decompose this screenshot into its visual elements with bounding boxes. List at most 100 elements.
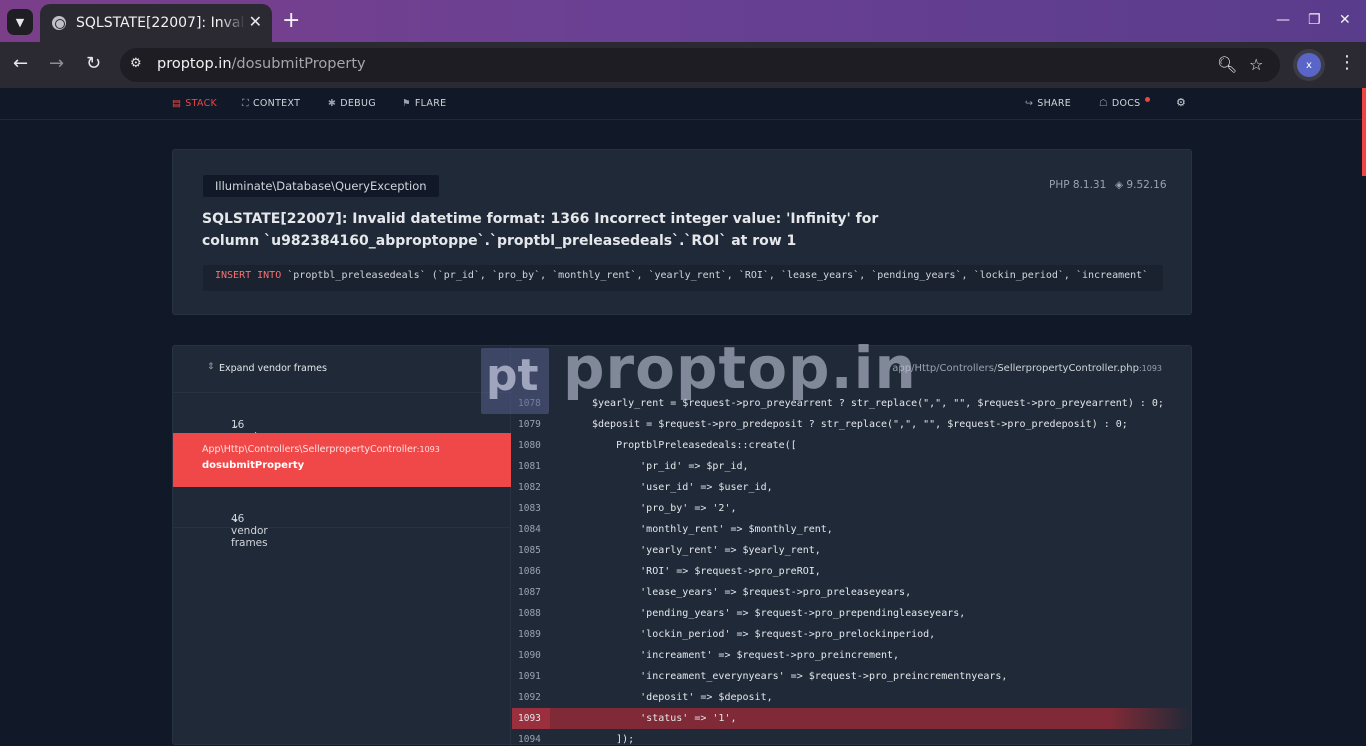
expand-vendor-frames-label: Expand vendor frames	[219, 363, 327, 374]
chevron-down-icon: ▼	[15, 15, 25, 29]
frame-path: App\Http\Controllers\SellerpropertyContr…	[202, 444, 440, 455]
reload-icon[interactable]: ↻	[86, 55, 101, 73]
settings-gear-icon[interactable]: ⚙	[1176, 96, 1186, 109]
line-code: 'ROI' => $request->pro_preROI,	[592, 566, 821, 577]
line-number: 1080	[518, 440, 541, 451]
code-line: 1091 'increament_everynyears' => $reques…	[512, 666, 1192, 687]
address-toolbar: ← → ↻ ⚙ proptop.in/dosubmitProperty 🔍︎ ☆…	[0, 42, 1366, 88]
new-tab-button[interactable]: +	[282, 10, 300, 32]
url-path: /dosubmitProperty	[231, 56, 366, 72]
exception-message: SQLSTATE[22007]: Invalid datetime format…	[202, 211, 879, 249]
expand-icon: ⇕	[207, 362, 215, 372]
exception-card: Illuminate\Database\QueryException PHP 8…	[172, 149, 1192, 315]
watermark-badge-text: pt	[486, 350, 539, 401]
line-code: 'pr_id' => $pr_id,	[592, 461, 749, 472]
line-code: ]);	[592, 734, 635, 745]
file-name: SellerpropertyController.php	[997, 363, 1139, 374]
line-number: 1092	[518, 692, 541, 703]
frame-selected[interactable]: App\Http\Controllers\SellerpropertyContr…	[173, 433, 511, 487]
nav-stack-label: STACK	[185, 98, 218, 109]
code-line: 1089 'lockin_period' => $request->pro_pr…	[512, 624, 1192, 645]
expand-vendor-frames-button[interactable]: ⇕ Expand vendor frames	[173, 346, 511, 393]
line-number: 1093	[518, 713, 541, 724]
nav-docs[interactable]: ☖ DOCS	[1099, 98, 1140, 109]
line-number: 1086	[518, 566, 541, 577]
code-line: 1093 'status' => '1',	[512, 708, 1192, 729]
sql-text: `proptbl_preleasedeals` (`pr_id`, `pro_b…	[281, 270, 1149, 281]
nav-context[interactable]: ⛶ CONTEXT	[242, 98, 300, 109]
code-snippet: app/Http/Controllers/SellerpropertyContr…	[512, 346, 1192, 746]
stack-trace-panel: ⇕ Expand vendor frames 16 vendor frames …	[172, 345, 1192, 746]
line-code: 'lockin_period' => $request->pro_prelock…	[592, 629, 936, 640]
line-code: 'pending_years' => $request->pro_prepend…	[592, 608, 966, 619]
context-icon: ⛶	[242, 98, 249, 109]
code-line: 1084 'monthly_rent' => $monthly_rent,	[512, 519, 1192, 540]
tab-close-button[interactable]: ✕	[249, 14, 262, 30]
chevron-down-icon: ⌄	[231, 513, 240, 525]
vendor-frames-group-1[interactable]: 16 vendor frames ⌄	[173, 393, 511, 455]
line-code: 'user_id' => $user_id,	[592, 482, 773, 493]
minimize-icon[interactable]: —	[1276, 12, 1290, 28]
line-number: 1087	[518, 587, 541, 598]
php-version: PHP 8.1.31	[1049, 179, 1107, 191]
code-line: 1090 'increament' => $request->pro_prein…	[512, 645, 1192, 666]
laravel-version-text: 9.52.16	[1126, 179, 1167, 191]
nav-stack[interactable]: ▤ STACK	[172, 98, 217, 109]
nav-context-label: CONTEXT	[252, 98, 301, 109]
nav-debug[interactable]: ✱ DEBUG	[328, 98, 376, 109]
code-line: 1083 'pro_by' => '2',	[512, 498, 1192, 519]
line-code: 'monthly_rent' => $monthly_rent,	[592, 524, 833, 535]
back-arrow-icon[interactable]: ←	[13, 55, 28, 73]
nav-share[interactable]: ↪ SHARE	[1025, 98, 1071, 109]
zoom-icon[interactable]: 🔍︎	[1217, 55, 1237, 74]
line-number: 1089	[518, 629, 541, 640]
forward-arrow-icon[interactable]: →	[49, 55, 64, 73]
code-line: 1079 $deposit = $request->pro_predeposit …	[512, 414, 1192, 435]
laravel-icon: ◈	[1115, 179, 1127, 191]
code-line: 1086 'ROI' => $request->pro_preROI,	[512, 561, 1192, 582]
exception-class[interactable]: Illuminate\Database\QueryException	[203, 175, 439, 197]
profile-avatar[interactable]: x	[1297, 53, 1321, 77]
watermark-text: proptop.in	[563, 334, 917, 402]
code-line: 1088 'pending_years' => $request->pro_pr…	[512, 603, 1192, 624]
line-code: 'yearly_rent' => $yearly_rent,	[592, 545, 821, 556]
docs-icon: ☖	[1099, 98, 1108, 109]
line-code: ProptblPreleasedeals::create([	[592, 440, 797, 451]
maximize-icon[interactable]: ❐	[1308, 12, 1321, 28]
code-line: 1080 ProptblPreleasedeals::create([	[512, 435, 1192, 456]
browser-tab-active[interactable]: SQLSTATE[22007]: Invalid datetime format…	[40, 4, 272, 42]
code-line: 1081 'pr_id' => $pr_id,	[512, 456, 1192, 477]
nav-docs-label: DOCS	[1111, 98, 1141, 109]
address-bar[interactable]: ⚙ proptop.in/dosubmitProperty 🔍︎ ☆	[120, 48, 1280, 82]
stack-icon: ▤	[172, 98, 182, 109]
file-line: :1093	[1138, 364, 1162, 373]
flare-icon: ⚑	[402, 98, 411, 109]
line-code: 'status' => '1',	[592, 713, 737, 724]
docs-notification-dot	[1145, 97, 1150, 102]
line-number: 1083	[518, 503, 541, 514]
ignition-nav: ▤ STACK ⛶ CONTEXT ✱ DEBUG ⚑ FLARE ↪ SHARE ☖ DO…	[0, 88, 1366, 120]
code-line: 1092 'deposit' => $deposit,	[512, 687, 1192, 708]
line-code: 'pro_by' => '2',	[592, 503, 737, 514]
bookmark-star-icon[interactable]: ☆	[1249, 55, 1263, 74]
line-number: 1085	[518, 545, 541, 556]
browser-menu-icon[interactable]: ⋮	[1338, 54, 1356, 72]
frame-method: dosubmitProperty	[202, 460, 305, 471]
tab-search-button[interactable]: ▼	[7, 9, 33, 35]
vendor-frames-group-2[interactable]: 46 vendor frames ⌄	[173, 487, 511, 549]
line-code: 'lease_years' => $request->pro_preleasey…	[592, 587, 912, 598]
line-code: $deposit = $request->pro_predeposit ? st…	[592, 419, 1128, 430]
nav-share-label: SHARE	[1037, 98, 1072, 109]
url-text[interactable]: proptop.in/dosubmitProperty	[157, 56, 366, 72]
line-number: 1094	[518, 734, 541, 745]
nav-flare[interactable]: ⚑ FLARE	[402, 98, 446, 109]
sql-query[interactable]: INSERT INTO `proptbl_preleasedeals` (`pr…	[203, 265, 1163, 291]
laravel-version: ◈ 9.52.16	[1115, 179, 1167, 191]
line-number: 1091	[518, 671, 541, 682]
nav-debug-label: DEBUG	[340, 98, 376, 109]
close-window-icon[interactable]: ✕	[1339, 12, 1351, 28]
code-line: 1085 'yearly_rent' => $yearly_rent,	[512, 540, 1192, 561]
site-info-icon[interactable]: ⚙	[130, 56, 148, 74]
file-path[interactable]: app/Http/Controllers/SellerpropertyContr…	[892, 363, 1162, 374]
line-number: 1090	[518, 650, 541, 661]
